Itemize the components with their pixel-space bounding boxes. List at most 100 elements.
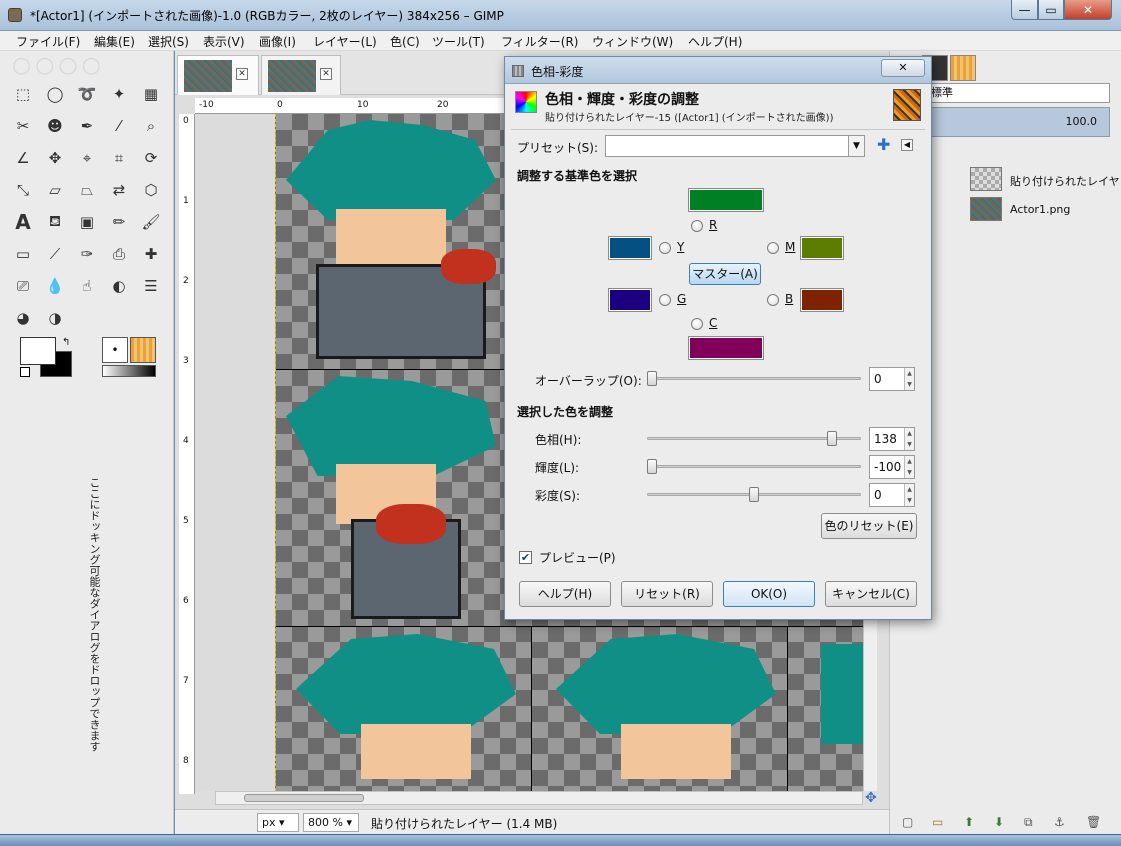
default-colors-icon[interactable]	[20, 367, 30, 377]
dock-tab-patterns[interactable]	[950, 55, 976, 81]
rect-select-icon[interactable]: ⬚	[12, 83, 34, 105]
hue-spinbox[interactable]: 138 ▲ ▼	[869, 427, 915, 451]
blend-icon[interactable]: ▣	[76, 211, 98, 233]
layer-mode-select[interactable]: 標準	[926, 83, 1110, 103]
foreground-select-icon[interactable]: ☻	[44, 115, 66, 137]
saturation-slider[interactable]	[647, 487, 861, 502]
menu-file[interactable]: ファイル(F)	[16, 33, 80, 50]
perspective-clone-icon[interactable]: ⎚	[12, 275, 34, 297]
overlap-slider[interactable]	[647, 371, 861, 386]
slider-knob[interactable]	[647, 371, 657, 386]
perspective-icon[interactable]: ⏢	[76, 179, 98, 201]
dialog-close-button[interactable]: ✕	[881, 59, 925, 77]
vertical-ruler[interactable]: 0 1 2 3 4 5 6 7 8	[179, 114, 195, 794]
window-titlebar[interactable]: *[Actor1] (インポートされた画像)-1.0 (RGBカラー, 2枚のレ…	[0, 0, 1121, 31]
text-icon[interactable]: A	[12, 210, 34, 234]
swap-colors-icon[interactable]: ↰	[62, 337, 70, 348]
add-preset-icon[interactable]: ✚	[877, 137, 890, 153]
zoom-icon[interactable]: ⌕	[140, 115, 162, 137]
delete-layer-icon[interactable]: 🗑	[1086, 815, 1101, 829]
tab-close-icon[interactable]: ✕	[320, 68, 332, 80]
color-picker-icon[interactable]: ⁄	[108, 115, 130, 137]
measure-icon[interactable]: ∠	[12, 147, 34, 169]
ellipse-select-icon[interactable]: ◯	[44, 83, 66, 105]
slider-knob[interactable]	[647, 459, 657, 474]
help-button[interactable]: ヘルプ(H)	[519, 581, 611, 607]
new-layer-group-icon[interactable]: ▭	[932, 815, 943, 829]
clone-icon[interactable]: ⎙	[108, 243, 130, 265]
pattern-preview[interactable]	[130, 337, 156, 363]
fg-bg-colors[interactable]: ↰	[20, 337, 74, 379]
paintbrush-icon[interactable]: 🖌	[140, 211, 162, 233]
preview-checkbox[interactable]: ✔	[519, 551, 532, 564]
dodge-burn-icon[interactable]: ◐	[108, 275, 130, 297]
slider-knob[interactable]	[749, 487, 759, 502]
menu-filters[interactable]: フィルター(R)	[501, 33, 578, 50]
ink-icon[interactable]: ✑	[76, 243, 98, 265]
saturation-spinbox[interactable]: 0 ▲ ▼	[869, 483, 915, 507]
menu-edit[interactable]: 編集(E)	[94, 33, 135, 50]
chevron-down-icon[interactable]: ▼	[848, 136, 864, 156]
fuzzy-select-icon[interactable]: ✦	[108, 83, 130, 105]
menu-tools[interactable]: ツール(T)	[432, 33, 485, 50]
overlap-spinbox[interactable]: 0 ▲ ▼	[869, 367, 915, 391]
menu-windows[interactable]: ウィンドウ(W)	[592, 33, 673, 50]
shear-icon[interactable]: ▱	[44, 179, 66, 201]
cage-transform-icon[interactable]: ⬡	[140, 179, 162, 201]
gradient-preview[interactable]	[102, 365, 156, 377]
preset-menu-icon[interactable]: ◀	[901, 139, 913, 151]
paths-icon[interactable]: ✒	[76, 115, 98, 137]
menu-colors[interactable]: 色(C)	[390, 33, 420, 50]
cancel-button[interactable]: キャンセル(C)	[825, 581, 917, 607]
image-tab-1[interactable]: ✕	[177, 55, 259, 95]
radio-c[interactable]	[691, 318, 703, 330]
spin-arrows-icon[interactable]: ▲ ▼	[904, 456, 914, 478]
move-icon[interactable]: ✥	[44, 147, 66, 169]
minimize-button[interactable]: —	[1011, 0, 1038, 20]
duplicate-layer-icon[interactable]: ⧉	[1024, 815, 1033, 830]
lightness-spinbox[interactable]: -100 ▲ ▼	[869, 455, 915, 479]
brush-pattern-gradient[interactable]: •	[102, 337, 156, 379]
navigate-icon[interactable]: ✥	[865, 791, 879, 805]
raise-layer-icon[interactable]: ⬆	[964, 815, 974, 829]
airbrush-icon[interactable]: ⟋	[44, 243, 66, 265]
menu-image[interactable]: 画像(I)	[259, 33, 296, 50]
close-window-button[interactable]: ✕	[1064, 0, 1112, 20]
master-button[interactable]: マスター(A)	[689, 263, 761, 285]
reset-button[interactable]: リセット(R)	[621, 581, 713, 607]
radio-g[interactable]	[659, 294, 671, 306]
radio-r[interactable]	[691, 220, 703, 232]
scissors-icon[interactable]: ✂	[12, 115, 34, 137]
heal-icon[interactable]: ✚	[140, 243, 162, 265]
tab-close-icon[interactable]: ✕	[236, 68, 248, 80]
menu-help[interactable]: ヘルプ(H)	[688, 33, 742, 50]
slider-knob[interactable]	[827, 431, 837, 446]
spin-arrows-icon[interactable]: ▲ ▼	[904, 484, 914, 506]
layer-row[interactable]: 貼り付けられたレイヤ	[970, 167, 1120, 193]
unit-select[interactable]: px ▾	[257, 813, 299, 832]
foreground-color-swatch[interactable]	[20, 337, 56, 365]
crop-icon[interactable]: ⌗	[108, 147, 130, 169]
radio-b[interactable]	[767, 294, 779, 306]
maximize-button[interactable]: ▭	[1038, 0, 1064, 20]
free-select-icon[interactable]: ➰	[76, 83, 98, 105]
anchor-layer-icon[interactable]: ⚓	[1054, 815, 1065, 829]
lower-layer-icon[interactable]: ⬇	[994, 815, 1004, 829]
brush-preview[interactable]: •	[102, 337, 128, 363]
radio-m[interactable]	[767, 242, 779, 254]
layer-row[interactable]: Actor1.png	[970, 197, 1120, 223]
levels-icon[interactable]: ☰	[140, 275, 162, 297]
bucket-fill-icon[interactable]: ⛾	[44, 211, 66, 233]
spin-arrows-icon[interactable]: ▲ ▼	[904, 428, 914, 450]
radio-y[interactable]	[659, 242, 671, 254]
lightness-slider[interactable]	[647, 459, 861, 474]
hue-slider[interactable]	[647, 431, 861, 446]
eraser-icon[interactable]: ▭	[12, 243, 34, 265]
pencil-icon[interactable]: ✏	[108, 211, 130, 233]
menu-select[interactable]: 選択(S)	[148, 33, 189, 50]
preset-combo[interactable]: ▼	[605, 135, 865, 157]
align-icon[interactable]: ⌖	[76, 147, 98, 169]
flip-icon[interactable]: ⇄	[108, 179, 130, 201]
rotate-icon[interactable]: ⟳	[140, 147, 162, 169]
scrollbar-thumb[interactable]	[244, 794, 364, 802]
